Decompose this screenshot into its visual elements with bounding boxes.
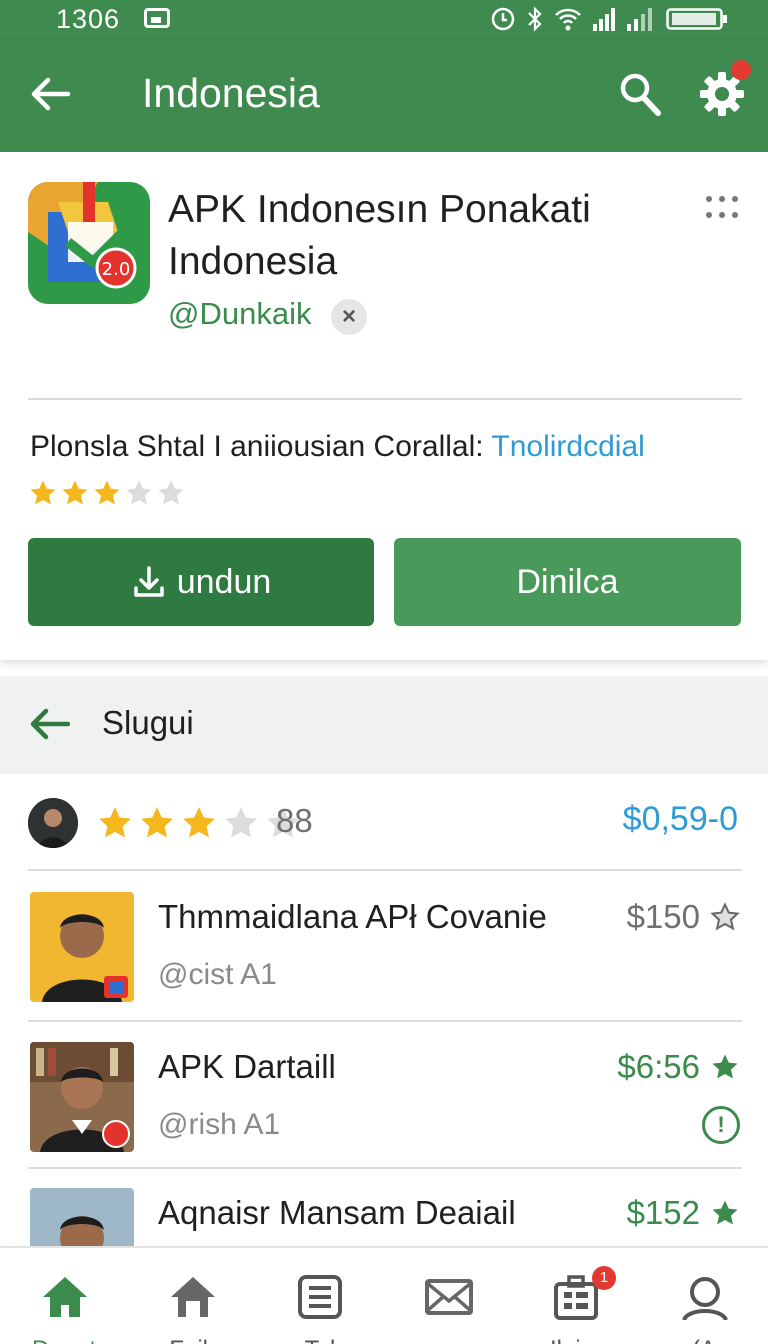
- nav-item-tal[interactable]: Tal: [256, 1248, 384, 1344]
- section-header: Slugui: [0, 676, 768, 774]
- item-handle: @rish A1: [158, 1108, 281, 1141]
- back-arrow-icon[interactable]: [28, 706, 70, 742]
- star-empty-icon: [126, 480, 152, 505]
- developer-link[interactable]: @Dunkaik: [168, 296, 311, 332]
- description-text: Plonsla Shtal I aniiousian Corallal:: [30, 430, 492, 463]
- secondary-action-button[interactable]: Dinilca: [394, 538, 741, 626]
- download-button-label: undun: [176, 562, 272, 601]
- description-link[interactable]: Tnolirdcdial: [491, 430, 644, 463]
- star-filled-icon: [183, 807, 215, 838]
- nav-item-faik[interactable]: Faik: [128, 1248, 256, 1344]
- rating-stars: [96, 804, 302, 842]
- status-bar: 1306: [0, 0, 768, 40]
- item-handle: @cist A1: [158, 958, 277, 991]
- nav-label: Ilaira: [512, 1336, 640, 1344]
- close-icon[interactable]: ×: [331, 299, 367, 335]
- notification-dot: [731, 60, 751, 80]
- rating-summary: 88 $0,59-0: [0, 780, 768, 870]
- item-price: $6:56: [617, 1048, 700, 1085]
- app-name-line2: Indonesia: [168, 240, 338, 283]
- nav-item-home[interactable]: Dount: [0, 1248, 128, 1344]
- item-name: Thmmaidlana APł Covanie: [158, 898, 547, 935]
- star-filled-icon: [141, 807, 173, 838]
- app-name: APK Indonesın Ponakati Indonesia: [168, 184, 688, 288]
- divider: [28, 869, 742, 871]
- alarm-icon: [491, 7, 515, 31]
- bottom-navigation: Dount Faik Tal 1 Ilaira (A: [0, 1246, 768, 1344]
- list-icon: [298, 1275, 342, 1319]
- star-icon[interactable]: [710, 1198, 740, 1228]
- nav-label: Tal: [256, 1336, 384, 1344]
- app-detail-card: 2.0 APK Indonesın Ponakati Indonesia @Du…: [0, 152, 768, 660]
- star-empty-icon: [158, 480, 184, 505]
- status-icons: [490, 6, 728, 32]
- divider: [28, 398, 742, 400]
- secondary-button-label: Dinilca: [516, 562, 619, 601]
- mail-icon: [425, 1279, 473, 1315]
- avatar: [30, 1188, 134, 1246]
- photo-icon: [144, 8, 170, 28]
- item-name: APK Dartaill: [158, 1048, 336, 1085]
- app-icon[interactable]: 2.0: [28, 182, 150, 304]
- home-icon: [43, 1277, 87, 1317]
- star-icon[interactable]: [710, 1052, 740, 1082]
- signal-icon: [627, 8, 652, 31]
- star-filled-icon: [99, 807, 131, 838]
- item-price: $152: [626, 1194, 700, 1231]
- star-empty-icon: [225, 807, 257, 838]
- nav-item-mail[interactable]: [384, 1248, 512, 1344]
- info-icon[interactable]: !: [702, 1106, 740, 1144]
- nav-item-ilaira[interactable]: 1 Ilaira: [512, 1248, 640, 1344]
- list-item[interactable]: Thmmaidlana APł Covanie @cist A1 $150: [0, 872, 768, 1018]
- signal-icon: [593, 8, 615, 31]
- search-icon[interactable]: [618, 70, 662, 118]
- nav-item-profile[interactable]: (A: [640, 1248, 768, 1344]
- app-description: Plonsla Shtal I aniiousian Corallal: Tno…: [30, 430, 645, 464]
- wifi-icon: [555, 8, 581, 31]
- app-icon-badge: 2.0: [102, 259, 131, 280]
- list-item[interactable]: APK Dartaill @rish A1 $6:56 !: [0, 1022, 768, 1168]
- item-name: Aqnaisr Mansam Deaiail: [158, 1194, 516, 1231]
- nav-label: Faik: [128, 1336, 256, 1344]
- star-filled-icon: [30, 480, 56, 505]
- app-bar: Indonesia: [0, 40, 768, 152]
- section-title: Slugui: [102, 704, 194, 741]
- item-price: $150: [626, 898, 700, 935]
- list-item[interactable]: Aqnaisr Mansam Deaiail $152: [0, 1168, 768, 1246]
- bluetooth-icon: [528, 6, 542, 32]
- status-time: 1306: [56, 4, 121, 34]
- download-icon: [133, 566, 164, 597]
- avatar[interactable]: [28, 798, 78, 848]
- home-outline-icon: [171, 1277, 215, 1317]
- star-filled-icon: [94, 480, 120, 505]
- star-filled-icon: [62, 480, 88, 505]
- app-name-line1: APK Indonesın Ponakati: [168, 188, 591, 231]
- app-rating: [28, 478, 186, 508]
- more-options-icon[interactable]: [702, 192, 742, 226]
- nav-label: (A: [640, 1336, 768, 1344]
- notification-badge: 1: [592, 1266, 616, 1290]
- avatar: [30, 892, 134, 1002]
- star-outline-icon[interactable]: [710, 902, 740, 932]
- page-title: Indonesia: [142, 70, 320, 116]
- battery-icon: [666, 8, 727, 30]
- summary-price[interactable]: $0,59-0: [623, 800, 738, 839]
- nav-label: Dount: [0, 1336, 128, 1344]
- back-arrow-icon[interactable]: [28, 72, 72, 116]
- download-button[interactable]: undun: [28, 538, 374, 626]
- avatar: [30, 1042, 134, 1152]
- rating-count: 88: [276, 802, 313, 839]
- profile-icon: [682, 1277, 728, 1320]
